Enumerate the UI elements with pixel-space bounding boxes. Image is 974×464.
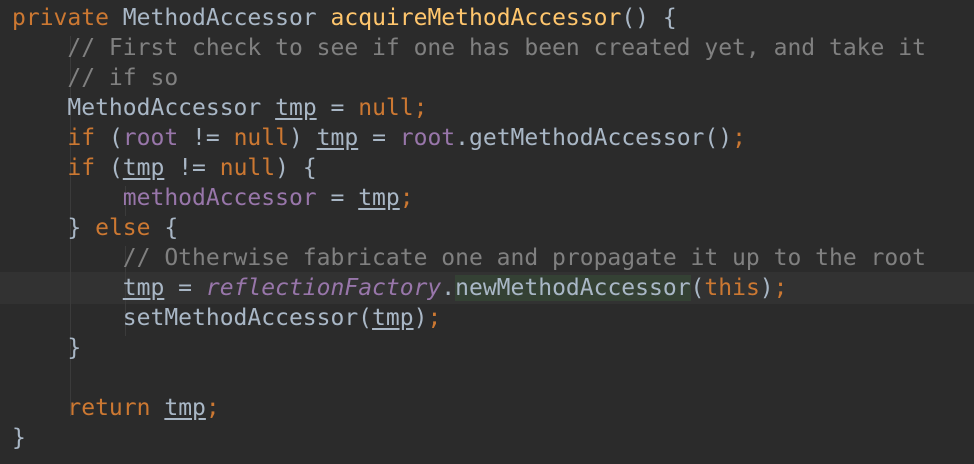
code-token: private [12, 5, 109, 31]
code-token: tmp [122, 275, 165, 301]
code-token: null [219, 155, 276, 181]
code-token: tmp [122, 155, 165, 181]
code-token: // Otherwise fabricate one and propagate… [122, 245, 926, 271]
code-token: != [178, 125, 234, 151]
code-token: tmp [275, 95, 317, 121]
code-token: // First check to see if one has been cr… [67, 35, 926, 61]
code-token: newMethodAccessor [455, 275, 691, 301]
code-line[interactable]: private MethodAccessor acquireMethodAcce… [12, 3, 677, 33]
code-token: ; [205, 395, 220, 421]
code-token: () { [621, 5, 677, 31]
code-token: } [12, 425, 26, 451]
code-token: ; [427, 305, 442, 331]
code-token: ) [413, 305, 428, 331]
code-token: root [122, 125, 179, 151]
code-token: null [358, 95, 414, 121]
code-line[interactable]: } else { [12, 213, 178, 243]
code-token: .getMethodAccessor() [455, 125, 733, 151]
code-token: ( [690, 275, 705, 301]
code-token: ) { [275, 155, 317, 181]
code-token: this [704, 275, 760, 301]
code-line[interactable]: // First check to see if one has been cr… [12, 33, 926, 63]
code-token: ; [413, 95, 428, 121]
code-token: reflectionFactory [205, 275, 442, 301]
code-token: ; [399, 185, 414, 211]
code-token: tmp [164, 395, 206, 421]
code-token: { [150, 215, 179, 241]
code-line[interactable]: // Otherwise fabricate one and propagate… [12, 243, 926, 273]
code-token: null [233, 125, 289, 151]
code-token: if [67, 155, 96, 181]
code-token: ( [95, 125, 123, 151]
code-token: . [441, 275, 456, 301]
code-line[interactable]: methodAccessor = tmp; [12, 183, 414, 213]
code-line[interactable]: tmp = reflectionFactory.newMethodAccesso… [12, 273, 788, 303]
code-token: ; [773, 275, 788, 301]
code-token: } [12, 215, 96, 241]
code-token: return [67, 395, 151, 421]
code-line[interactable]: } [12, 423, 26, 453]
code-token: acquireMethodAccessor [330, 5, 622, 31]
code-line[interactable]: setMethodAccessor(tmp); [12, 303, 442, 333]
code-token: ( [95, 155, 123, 181]
code-line[interactable]: // if so [12, 63, 178, 93]
code-token: setMethodAccessor( [122, 305, 373, 331]
code-token: MethodAccessor [122, 5, 317, 31]
code-token: tmp [372, 305, 414, 331]
code-token: else [95, 215, 151, 241]
code-line[interactable]: MethodAccessor tmp = null; [12, 93, 427, 123]
code-token: } [12, 335, 82, 361]
code-token: tmp [358, 185, 400, 211]
code-token: ; [732, 125, 746, 151]
code-token: ) [288, 125, 317, 151]
code-token: root [399, 125, 456, 151]
code-token: // if so [67, 65, 179, 91]
code-token: = [358, 125, 400, 151]
code-line[interactable]: if (tmp != null) { [12, 153, 317, 183]
code-token: = [316, 185, 359, 211]
code-token: tmp [316, 125, 359, 151]
code-token: != [164, 155, 220, 181]
code-token: methodAccessor [122, 185, 317, 211]
code-token: ) [759, 275, 774, 301]
code-editor[interactable]: private MethodAccessor acquireMethodAcce… [0, 0, 974, 464]
code-line[interactable]: return tmp; [12, 393, 220, 423]
code-token: = [316, 95, 359, 121]
code-token: MethodAccessor [67, 95, 262, 121]
code-token: if [67, 125, 96, 151]
code-line[interactable]: } [12, 333, 81, 363]
code-line[interactable]: if (root != null) tmp = root.getMethodAc… [12, 123, 746, 153]
code-token: = [164, 275, 206, 301]
